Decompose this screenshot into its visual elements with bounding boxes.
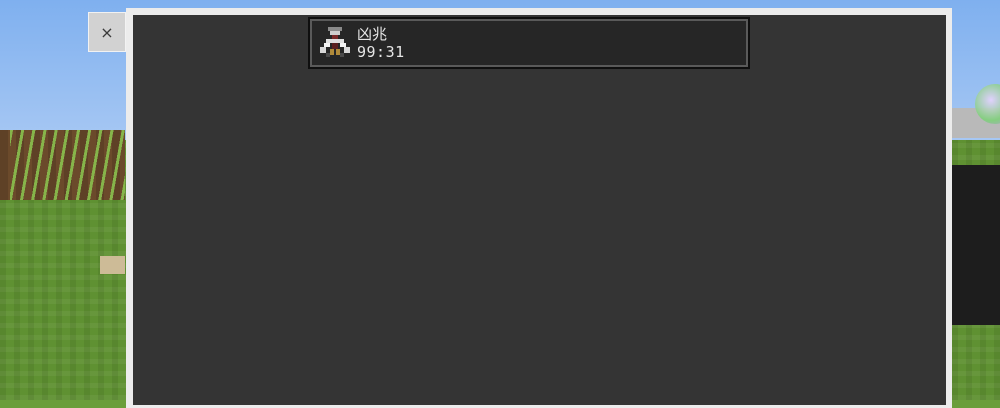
- bad-omen-icon: [320, 27, 350, 57]
- effect-name: 凶兆: [357, 25, 388, 43]
- sand-block: [100, 256, 125, 274]
- effect-duration: 99:31: [357, 43, 405, 61]
- sugar-cane: [10, 130, 125, 200]
- dark-mob: [948, 165, 1000, 325]
- close-button[interactable]: ×: [88, 12, 126, 52]
- close-icon: ×: [100, 22, 114, 42]
- status-effect-entry: 凶兆 99:31: [308, 17, 750, 69]
- effects-panel: [133, 15, 946, 405]
